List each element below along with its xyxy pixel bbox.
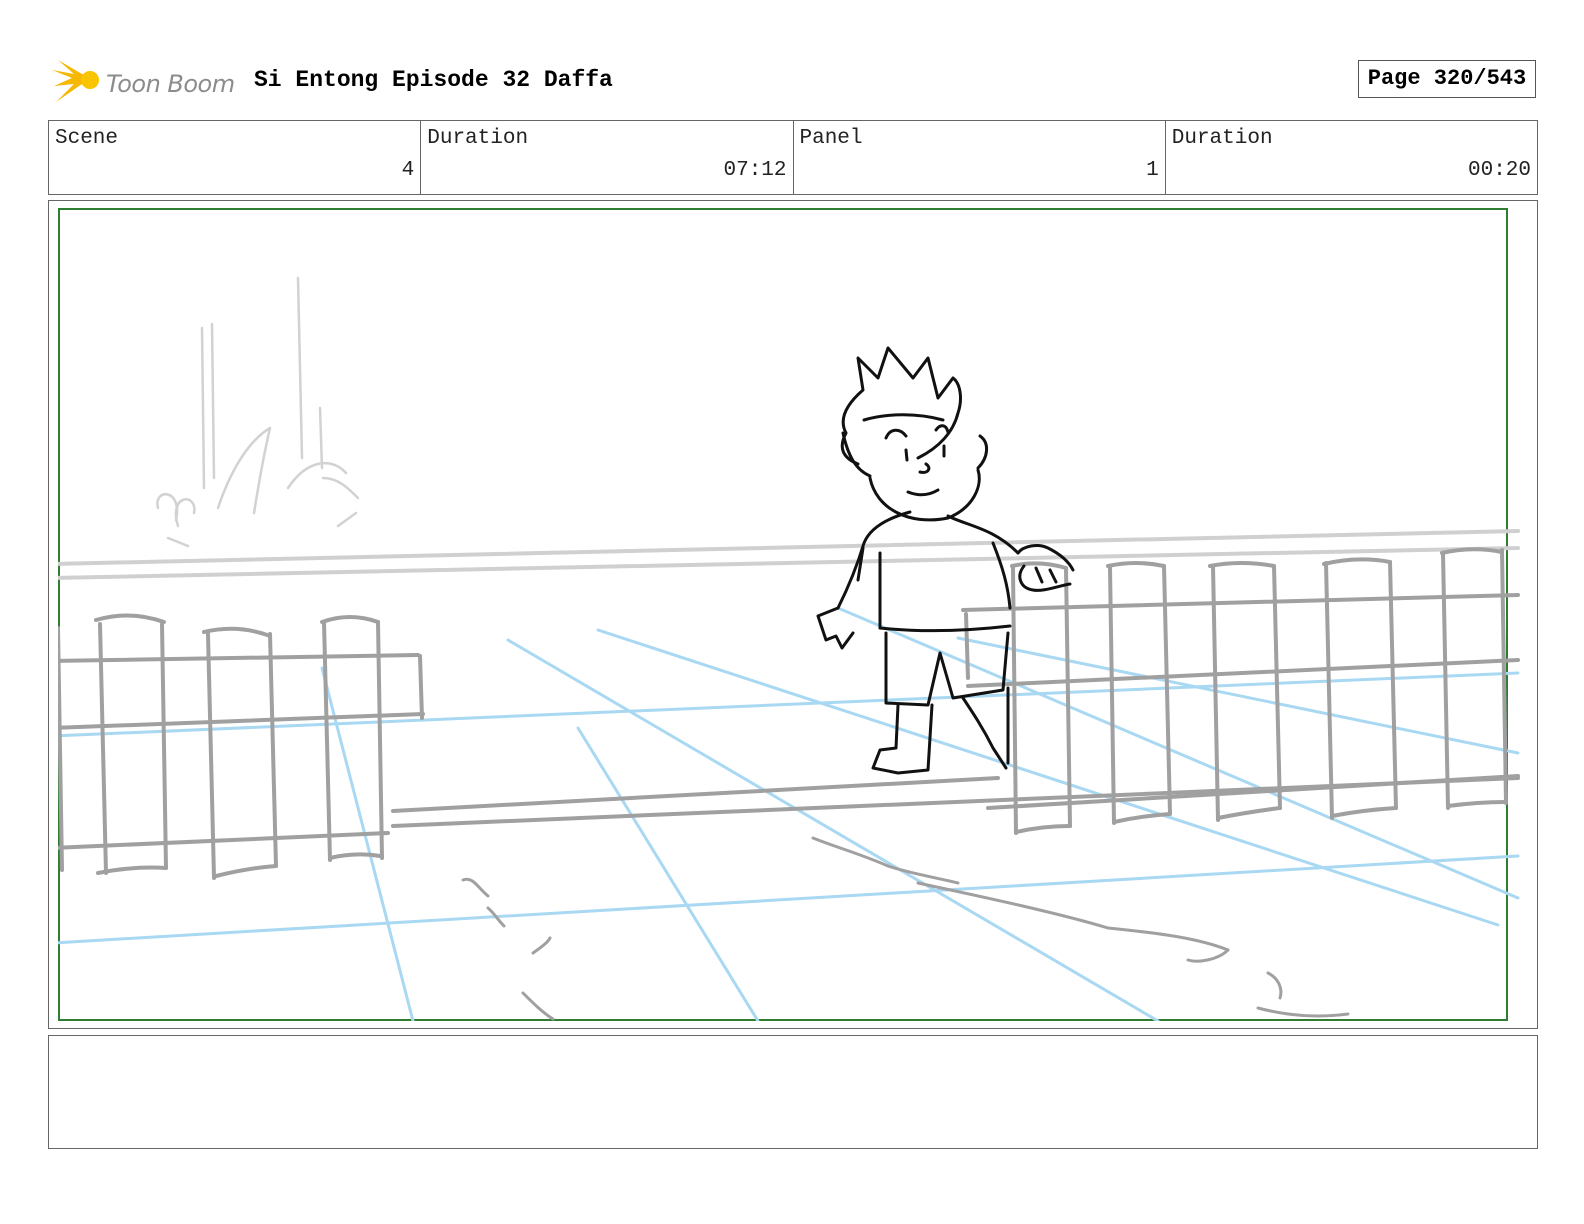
panel-frame [48,200,1538,1029]
panel-label: Panel [799,127,863,150]
scene-value: 4 [401,159,415,182]
scene-info-table: Scene 4 Duration 07:12 Panel 1 Duration … [48,120,1538,195]
scene-duration-value: 07:12 [723,159,787,182]
page-number: Page 320/543 [1358,60,1536,98]
document-title: Si Entong Episode 32 Daffa [254,67,613,93]
panel-value: 1 [1146,159,1159,182]
panel-cell: Panel 1 [794,121,1166,194]
storyboard-header: Toon Boom Si Entong Episode 32 Daffa Pag… [48,50,1536,110]
panel-duration-cell: Duration 00:20 [1166,121,1537,194]
panel-duration-value: 00:20 [1467,159,1531,182]
toon-boom-logo: Toon Boom [52,56,244,106]
scene-label: Scene [55,127,119,150]
panel-notes-box [48,1035,1538,1149]
scene-cell: Scene 4 [49,121,422,194]
panel-duration-label: Duration [1171,127,1273,150]
storyboard-sketch [58,208,1520,1021]
scene-duration-cell: Duration 07:12 [421,121,794,194]
scene-duration-label: Duration [427,127,529,150]
starburst-icon [52,60,99,102]
